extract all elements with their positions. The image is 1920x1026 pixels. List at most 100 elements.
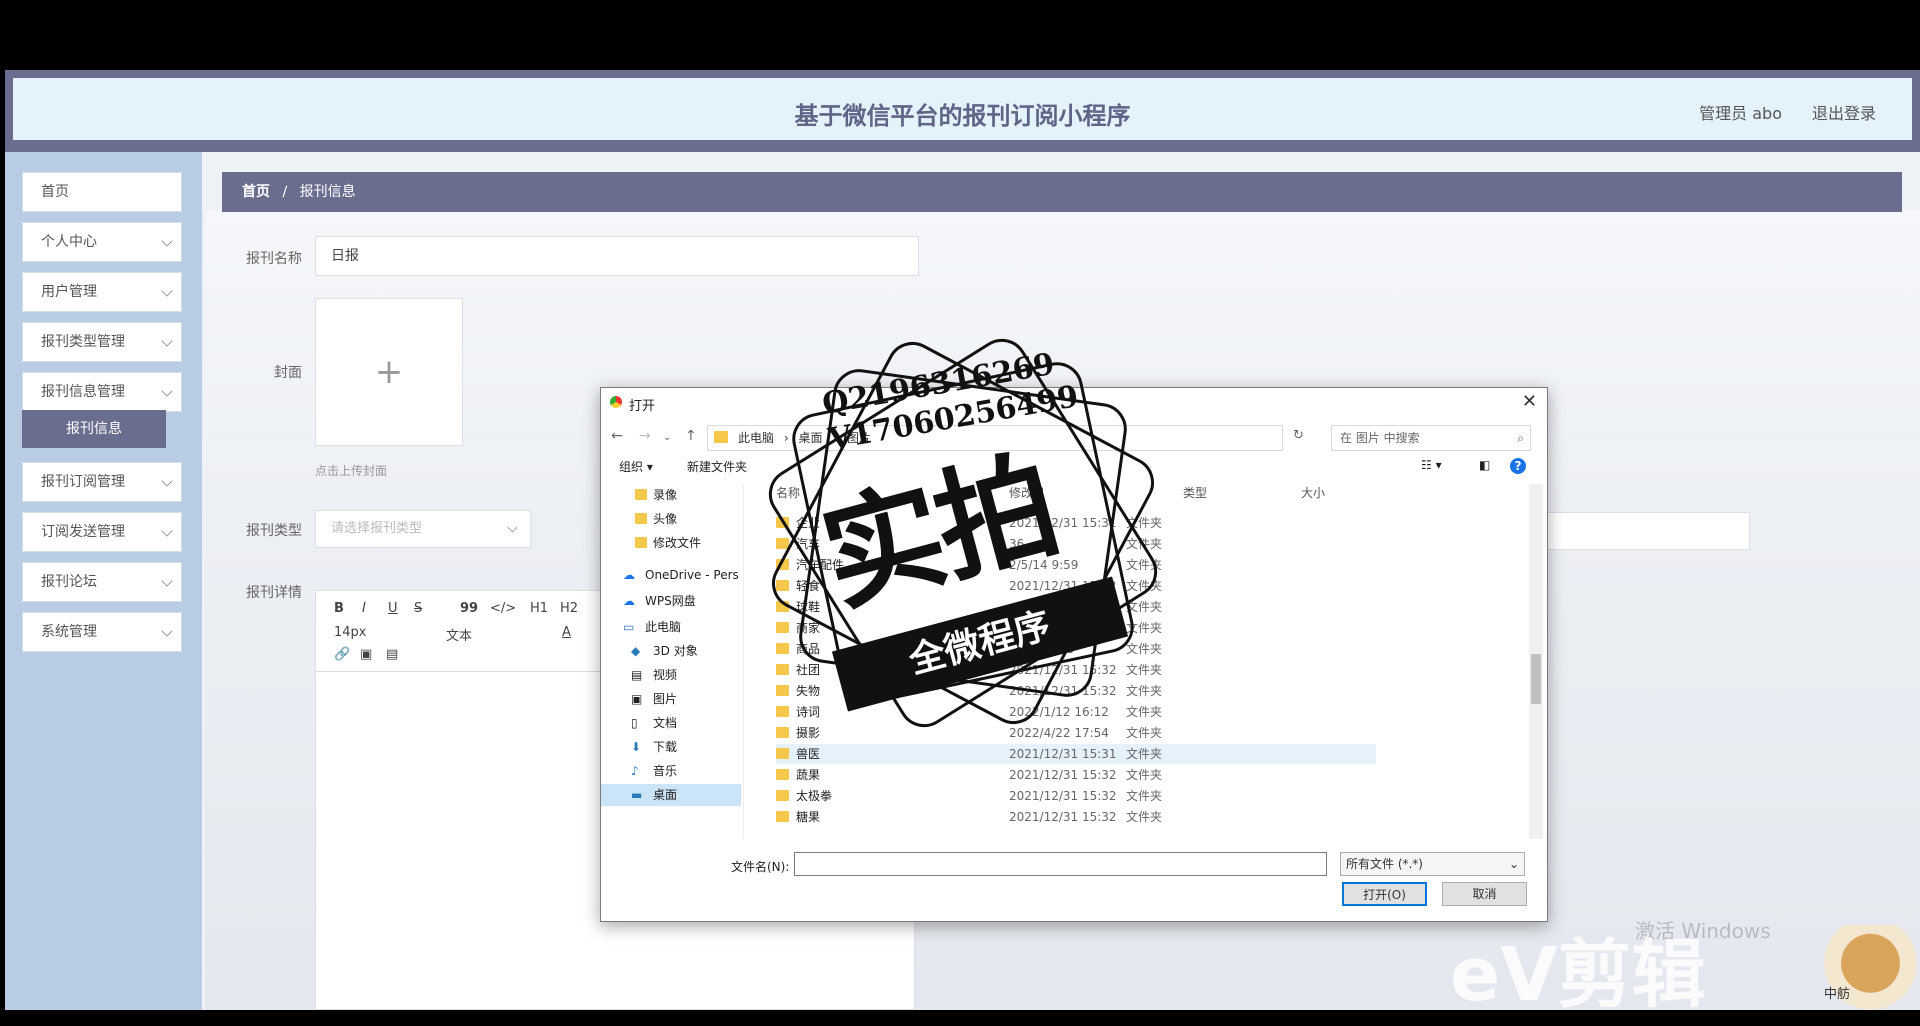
filetype-select[interactable]: 所有文件 (*.*) ⌄ bbox=[1340, 852, 1525, 876]
italic-button[interactable]: I bbox=[362, 601, 366, 616]
file-date: 2021/12/31 15:31 bbox=[1009, 747, 1117, 761]
sidebar-item-label: 系统管理 bbox=[41, 624, 97, 640]
path-segment[interactable]: 此电脑 bbox=[738, 431, 774, 445]
tree-item[interactable]: 头像 bbox=[601, 508, 741, 530]
list-item[interactable]: 蔬果 2021/12/31 15:32 文件夹 bbox=[776, 765, 1376, 785]
list-item[interactable]: 企业 2021/12/31 15:31 文件夹 bbox=[776, 513, 1376, 533]
list-item[interactable]: 糖果 2021/12/31 15:32 文件夹 bbox=[776, 807, 1376, 827]
list-item[interactable]: 诗词 2022/1/12 16:12 文件夹 bbox=[776, 702, 1376, 722]
list-item[interactable]: 摄影 2022/4/22 17:54 文件夹 bbox=[776, 723, 1376, 743]
list-item[interactable]: 轻食 2021/12/31 15:32 文件夹 bbox=[776, 576, 1376, 596]
column-date[interactable]: 修改日 bbox=[1009, 484, 1045, 501]
view-options-icon[interactable]: ☷ ▾ bbox=[1421, 458, 1442, 472]
folder-icon bbox=[635, 537, 647, 548]
list-item[interactable]: 失物 2021/12/31 15:32 文件夹 bbox=[776, 681, 1376, 701]
tree-item[interactable]: 修改文件 bbox=[601, 532, 741, 554]
tree-item[interactable]: ☁ WPS网盘 bbox=[601, 590, 741, 612]
tree-item[interactable]: ⬇ 下载 bbox=[601, 736, 741, 758]
type-select[interactable]: 请选择报刊类型 bbox=[315, 510, 531, 548]
extra-input[interactable] bbox=[1535, 512, 1750, 550]
detail-label: 报刊详情 bbox=[246, 585, 302, 601]
image-icon[interactable]: ▣ bbox=[360, 647, 372, 662]
code-button[interactable]: </> bbox=[490, 601, 516, 616]
name-input[interactable]: 日报 bbox=[315, 236, 919, 276]
address-bar[interactable]: 此电脑 › 桌面 › 图片 bbox=[707, 425, 1283, 451]
sidebar-item-subscriptions[interactable]: 报刊订阅管理 bbox=[22, 462, 182, 502]
list-item[interactable]: 社团 2021/12/31 15:32 文件夹 bbox=[776, 660, 1376, 680]
new-folder-button[interactable]: 新建文件夹 bbox=[687, 458, 747, 475]
up-icon[interactable]: ↑ bbox=[685, 428, 697, 444]
column-size[interactable]: 大小 bbox=[1301, 484, 1325, 501]
list-item[interactable]: 太极拳 2021/12/31 15:32 文件夹 bbox=[776, 786, 1376, 806]
tree-item-label: 录像 bbox=[653, 488, 678, 502]
file-date: 36 bbox=[1009, 537, 1025, 551]
tree-item[interactable]: ▣ 图片 bbox=[601, 688, 741, 710]
open-button[interactable]: 打开(O) bbox=[1342, 882, 1427, 906]
scrollbar-thumb[interactable] bbox=[1531, 654, 1541, 704]
tree-item[interactable]: ▤ 视频 bbox=[601, 664, 741, 686]
path-segment[interactable]: 图片 bbox=[847, 431, 871, 445]
list-item[interactable]: 汽车 36 文件夹 bbox=[776, 534, 1376, 554]
list-item[interactable]: 商品 4/16 11:35 文件夹 bbox=[776, 639, 1376, 659]
folder-icon bbox=[776, 790, 789, 801]
dog-avatar-icon: 中舫 bbox=[1810, 925, 1920, 1010]
organize-button[interactable]: 组织 ▾ bbox=[619, 458, 653, 475]
underline-button[interactable]: U bbox=[388, 601, 398, 616]
sidebar-item-types[interactable]: 报刊类型管理 bbox=[22, 322, 182, 362]
search-input[interactable]: 在 图片 中搜索 ⌕ bbox=[1331, 425, 1531, 451]
recent-dropdown-icon[interactable]: ⌄ bbox=[663, 432, 671, 443]
tree-item[interactable]: ▯ 文档 bbox=[601, 712, 741, 734]
tree-item-selected[interactable]: ▬ 桌面 bbox=[601, 784, 741, 806]
top-header: 基于微信平台的报刊订阅小程序 管理员 abo 退出登录 bbox=[5, 70, 1920, 152]
h2-button[interactable]: H2 bbox=[560, 601, 578, 616]
h1-button[interactable]: H1 bbox=[530, 601, 548, 616]
font-size-select[interactable]: 14px bbox=[334, 625, 367, 640]
file-date: 4/16 11:35 bbox=[1009, 642, 1075, 656]
sidebar-item-system[interactable]: 系统管理 bbox=[22, 612, 182, 652]
chevron-down-icon bbox=[161, 385, 173, 397]
cover-uploader[interactable]: + bbox=[315, 298, 463, 446]
file-date: 2021/12/31 15:32 bbox=[1009, 810, 1117, 824]
link-icon[interactable]: 🔗 bbox=[334, 647, 350, 662]
paragraph-select[interactable]: 文本 bbox=[446, 625, 472, 644]
breadcrumb-home[interactable]: 首页 bbox=[242, 184, 270, 200]
font-color-button[interactable]: A bbox=[562, 625, 571, 640]
sidebar-item-profile[interactable]: 个人中心 bbox=[22, 222, 182, 262]
tree-item[interactable]: ▭ 此电脑 bbox=[601, 616, 741, 638]
list-item-hovered[interactable]: 兽医 2021/12/31 15:31 文件夹 bbox=[776, 744, 1376, 764]
column-type[interactable]: 类型 bbox=[1183, 484, 1207, 501]
forward-icon[interactable]: → bbox=[639, 428, 651, 444]
sidebar-item-forum[interactable]: 报刊论坛 bbox=[22, 562, 182, 602]
back-icon[interactable]: ← bbox=[611, 428, 623, 444]
tree-item[interactable]: ◆ 3D 对象 bbox=[601, 640, 741, 662]
file-date: 2022/1/12 16:12 bbox=[1009, 705, 1109, 719]
refresh-icon[interactable]: ↻ bbox=[1293, 428, 1304, 443]
list-item[interactable]: 汽车配件 2/5/14 9:59 文件夹 bbox=[776, 555, 1376, 575]
sidebar-subitem-info[interactable]: 报刊信息 bbox=[22, 410, 166, 448]
video-icon[interactable]: ▤ bbox=[386, 647, 398, 662]
file-type: 文件夹 bbox=[1126, 810, 1163, 824]
close-icon[interactable]: ✕ bbox=[1522, 391, 1537, 412]
sidebar-item-home[interactable]: 首页 bbox=[22, 172, 182, 212]
sidebar-item-users[interactable]: 用户管理 bbox=[22, 272, 182, 312]
column-name[interactable]: 名称 bbox=[776, 484, 800, 501]
preview-pane-icon[interactable]: ◧ bbox=[1479, 458, 1490, 472]
tree-item[interactable]: ♪ 音乐 bbox=[601, 760, 741, 782]
path-segment[interactable]: 桌面 bbox=[798, 431, 822, 445]
sidebar-item-delivery[interactable]: 订阅发送管理 bbox=[22, 512, 182, 552]
file-name: 糖果 bbox=[796, 810, 821, 824]
list-item[interactable]: 球鞋 文件夹 bbox=[776, 597, 1376, 617]
quote-button[interactable]: 99 bbox=[460, 601, 478, 616]
list-item[interactable]: 商家 文件夹 bbox=[776, 618, 1376, 638]
dialog-title: 打开 bbox=[629, 399, 656, 414]
file-list-scrollbar[interactable] bbox=[1529, 484, 1543, 839]
bold-button[interactable]: B bbox=[334, 601, 344, 616]
tree-item[interactable]: 录像 bbox=[601, 484, 741, 506]
filename-input[interactable] bbox=[794, 852, 1327, 876]
tree-item[interactable]: ☁ OneDrive - Pers bbox=[601, 564, 741, 586]
strike-button[interactable]: S bbox=[414, 601, 422, 616]
sidebar-item-info[interactable]: 报刊信息管理 bbox=[22, 372, 182, 412]
cancel-button[interactable]: 取消 bbox=[1442, 882, 1527, 906]
help-icon[interactable]: ? bbox=[1510, 458, 1526, 474]
logout-link[interactable]: 退出登录 bbox=[1812, 100, 1876, 124]
